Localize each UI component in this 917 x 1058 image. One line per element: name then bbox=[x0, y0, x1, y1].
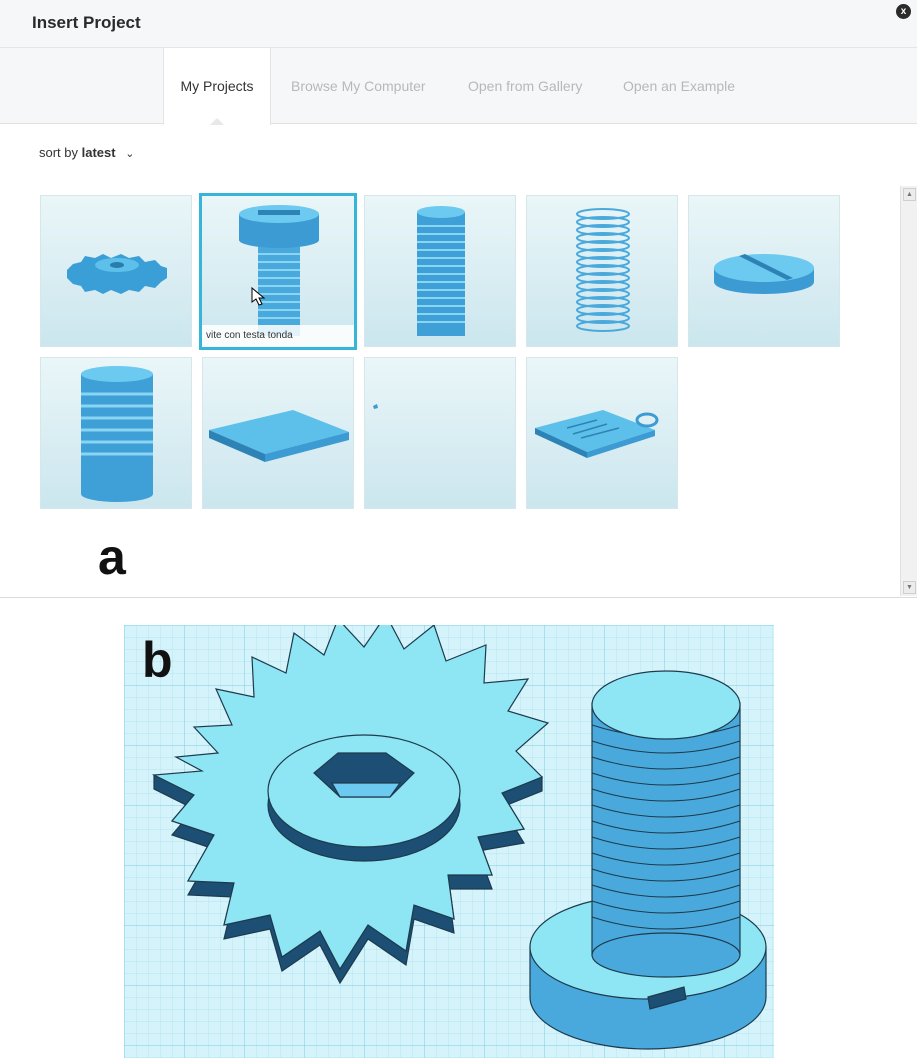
slotted-head-icon bbox=[714, 254, 814, 294]
project-thumbnail-threaded-rod[interactable] bbox=[364, 195, 516, 347]
project-thumbnail-threaded-cylinder[interactable] bbox=[40, 357, 192, 509]
empty-project-icon bbox=[373, 404, 378, 409]
project-thumbnail-screw[interactable]: vite con testa tonda bbox=[199, 193, 357, 350]
dialog-title: Insert Project bbox=[32, 13, 141, 32]
scrollbar[interactable]: ▲ ▼ bbox=[900, 186, 917, 596]
project-thumbnail-plate[interactable] bbox=[202, 357, 354, 509]
project-thumbnail-gear[interactable] bbox=[40, 195, 192, 347]
tab-open-from-gallery[interactable]: Open from Gallery bbox=[468, 48, 582, 124]
project-thumbnail-spring[interactable] bbox=[526, 195, 678, 347]
project-thumbnail-keychain[interactable] bbox=[526, 357, 678, 509]
project-thumbnail-empty[interactable] bbox=[364, 357, 516, 509]
panel-label-a: a bbox=[98, 529, 126, 585]
threaded-rod-icon bbox=[417, 206, 465, 336]
model-render-panel: b bbox=[124, 625, 774, 1058]
keychain-icon bbox=[535, 410, 659, 458]
tab-open-an-example[interactable]: Open an Example bbox=[623, 48, 735, 124]
chevron-down-icon: ⌄ bbox=[125, 148, 135, 160]
dialog-header: Insert Project x bbox=[0, 0, 917, 48]
spring-icon bbox=[576, 208, 630, 332]
tab-bar: My Projects Browse My Computer Open from… bbox=[0, 48, 917, 125]
tab-my-projects[interactable]: My Projects bbox=[163, 48, 271, 125]
project-thumbnail-slotted-head[interactable] bbox=[688, 195, 840, 347]
close-icon[interactable]: x bbox=[896, 4, 911, 19]
thumbnail-caption: vite con testa tonda bbox=[202, 325, 354, 347]
workplane-render bbox=[124, 625, 774, 1058]
insert-project-dialog: Insert Project x My Projects Browse My C… bbox=[0, 0, 917, 598]
sort-dropdown[interactable]: sort by latest ⌄ bbox=[39, 145, 134, 160]
plate-icon bbox=[209, 410, 349, 462]
gear-icon bbox=[67, 254, 167, 294]
scroll-down-icon[interactable]: ▼ bbox=[903, 581, 916, 594]
screw-icon bbox=[239, 205, 319, 336]
tab-browse-my-computer[interactable]: Browse My Computer bbox=[291, 48, 426, 124]
scroll-up-icon[interactable]: ▲ bbox=[903, 188, 916, 201]
sort-value: latest bbox=[81, 145, 116, 160]
panel-label-b: b bbox=[142, 632, 173, 688]
sort-prefix: sort by bbox=[39, 145, 79, 160]
threaded-cylinder-icon bbox=[81, 366, 153, 502]
